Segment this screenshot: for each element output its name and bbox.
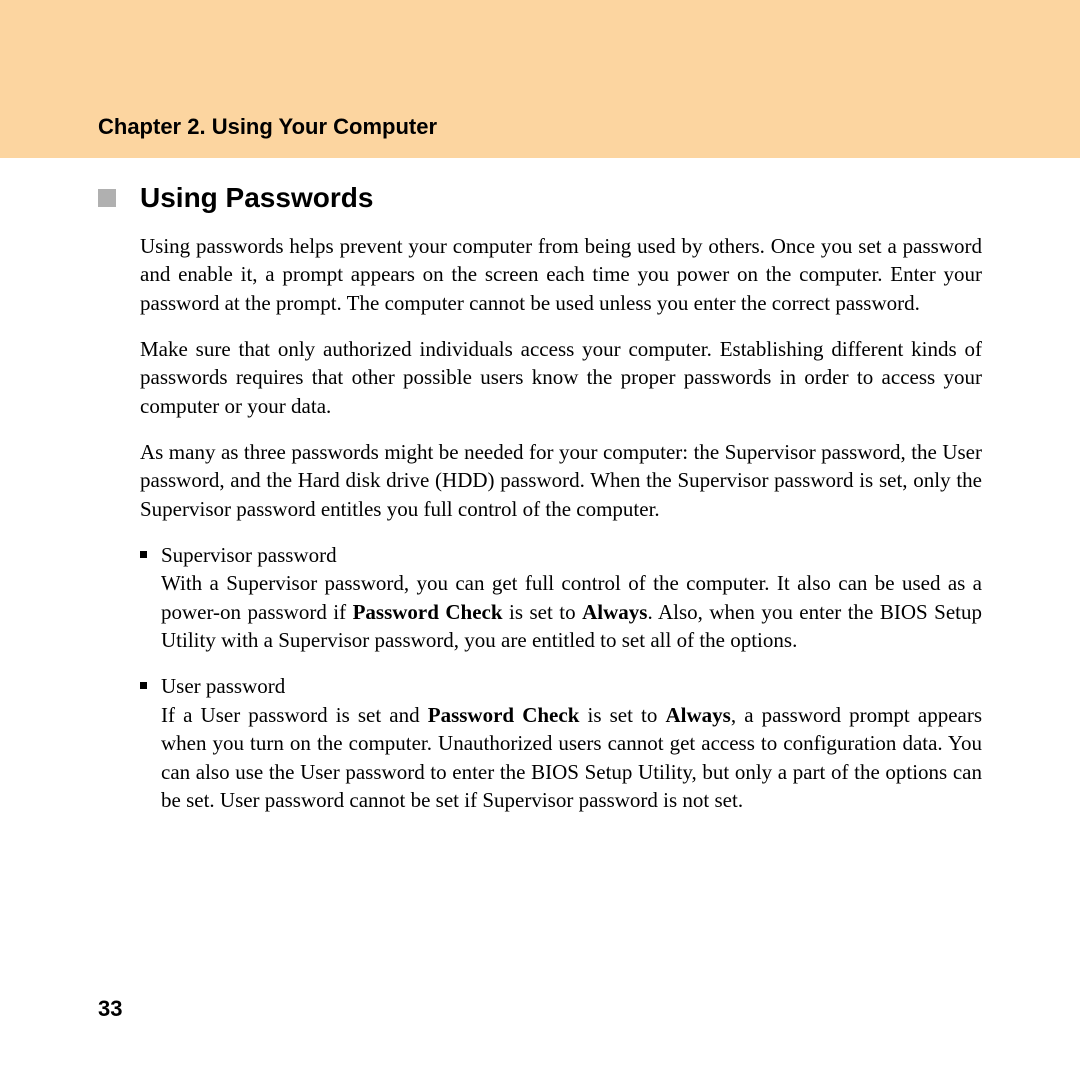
bullet-body: If a User password is set and Password C… <box>161 701 982 814</box>
header-band: Chapter 2. Using Your Computer <box>0 0 1080 158</box>
bullet-bold-2: Always <box>582 600 647 624</box>
list-item-head: Supervisor password <box>140 541 982 569</box>
section-heading: Using Passwords <box>140 182 373 214</box>
page-number: 33 <box>98 996 122 1022</box>
paragraph-2: Make sure that only authorized individua… <box>140 335 982 420</box>
list-item: User password If a User password is set … <box>140 672 982 814</box>
paragraph-3: As many as three passwords might be need… <box>140 438 982 523</box>
bullet-body-pre: If a User password is set and <box>161 703 428 727</box>
section-heading-row: Using Passwords <box>98 182 982 214</box>
bullet-body: With a Supervisor password, you can get … <box>161 569 982 654</box>
chapter-title: Chapter 2. Using Your Computer <box>98 114 437 140</box>
list-item: Supervisor password With a Supervisor pa… <box>140 541 982 654</box>
bullet-mid-1: is set to <box>503 600 583 624</box>
bullet-mid-1: is set to <box>579 703 665 727</box>
page-content: Using Passwords Using passwords helps pr… <box>0 158 1080 814</box>
square-bullet-icon <box>98 189 116 207</box>
bullet-bold-1: Password Check <box>428 703 580 727</box>
bullet-bold-2: Always <box>666 703 731 727</box>
bullet-square-icon <box>140 682 147 689</box>
paragraph-1: Using passwords helps prevent your compu… <box>140 232 982 317</box>
bullet-square-icon <box>140 551 147 558</box>
bullet-list: Supervisor password With a Supervisor pa… <box>140 541 982 814</box>
bullet-title: User password <box>161 672 285 700</box>
list-item-head: User password <box>140 672 982 700</box>
bullet-title: Supervisor password <box>161 541 337 569</box>
bullet-bold-1: Password Check <box>353 600 503 624</box>
